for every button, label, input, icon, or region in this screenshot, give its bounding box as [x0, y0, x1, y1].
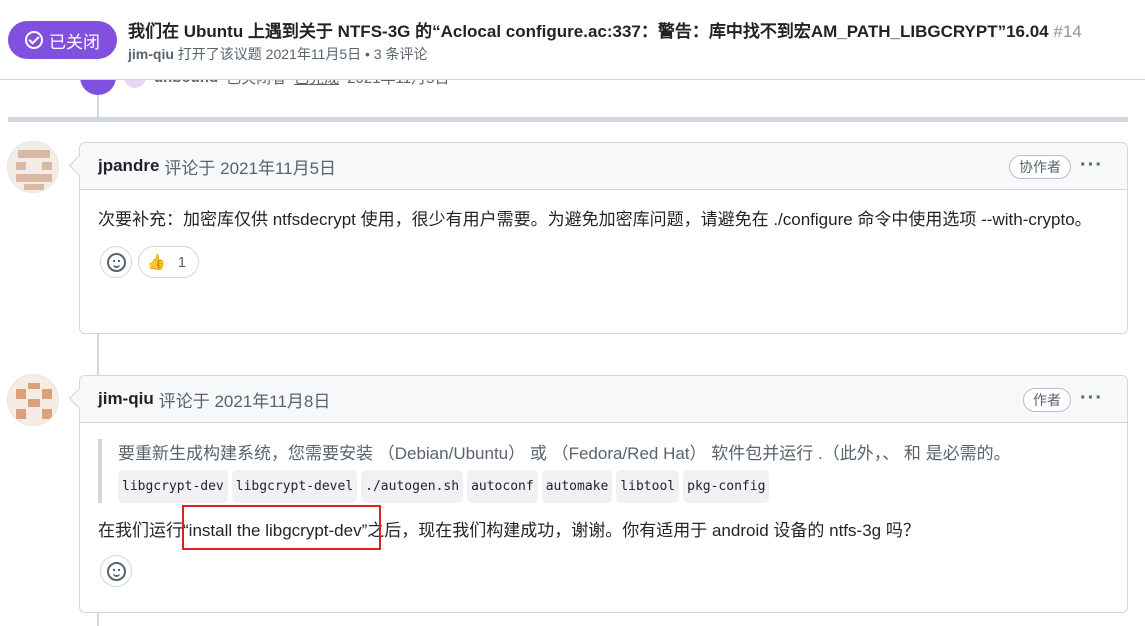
jpandre-avatar-icon [8, 142, 58, 192]
comment-header: jpandre 评论于 2021年11月5日 协作者 ··· [80, 143, 1127, 190]
status-badge: 已关闭 [8, 21, 117, 59]
inline-code: libgcrypt-dev [118, 470, 228, 503]
issue-number: #14 [1053, 22, 1082, 41]
timeline-line [97, 334, 99, 376]
quote-text: 要重新生成构建系统，您需要安装 （Debian/Ubuntu） 或 （Fedor… [118, 444, 1011, 463]
inline-code: autoconf [467, 470, 538, 503]
thumbs-up-reaction[interactable]: 👍 1 [138, 246, 200, 278]
page-title[interactable]: 我们在 Ubuntu 上遇到关于 NTFS-3G 的“Aclocal confi… [128, 17, 1082, 42]
thumbs-up-icon: 👍 [147, 254, 166, 271]
avatar[interactable] [7, 374, 59, 426]
sticky-issue-header: 已关闭 我们在 Ubuntu 上遇到关于 NTFS-3G 的“Aclocal c… [0, 0, 1145, 80]
role-badge: 作者 [1023, 388, 1071, 412]
timeline-line [97, 613, 99, 626]
kebab-menu-icon[interactable]: ··· [1080, 388, 1103, 408]
comment-header: jim-qiu 评论于 2021年11月8日 作者 ··· [80, 376, 1127, 423]
smiley-icon [106, 252, 126, 272]
inline-code: ./autogen.sh [361, 470, 464, 503]
code-list: libgcrypt-dev libgcrypt-devel ./autogen.… [118, 470, 1109, 503]
issue-title-text: 我们在 Ubuntu 上遇到关于 NTFS-3G 的“Aclocal confi… [128, 22, 1049, 41]
timeline-divider [8, 117, 1128, 122]
comment-timestamp[interactable]: 评论于 2021年11月8日 [159, 387, 331, 412]
comment-card: jpandre 评论于 2021年11月5日 协作者 ··· 次要补充：加密库仅… [79, 142, 1128, 334]
comment-author[interactable]: jim-qiu [98, 389, 154, 409]
reply-highlight: “install the libgcrypt-dev” [183, 521, 368, 540]
reply-text: 在我们运行“install the libgcrypt-dev”之后，现在我们构… [98, 517, 1109, 545]
role-badge: 协作者 [1009, 155, 1071, 179]
reply-suffix: 之后，现在我们构建成功，谢谢。你有适用于 android 设备的 ntfs-3g… [367, 521, 920, 540]
status-label: 已关闭 [49, 32, 100, 52]
add-reaction-button[interactable] [100, 555, 132, 587]
smiley-icon [106, 561, 126, 581]
comment-body: 次要补充：加密库仅供 ntfsdecrypt 使用，很少有用户需要。为避免加密库… [98, 210, 1092, 229]
check-circle-icon [25, 31, 43, 49]
jim-qiu-avatar-icon [8, 375, 58, 425]
reaction-count: 1 [177, 253, 187, 271]
issue-meta: jim-qiu 打开了该议题 2021年11月5日 • 3 条评论 [128, 44, 428, 64]
inline-code: pkg-config [683, 470, 770, 503]
inline-code: libtool [616, 470, 680, 503]
comment-body: 要重新生成构建系统，您需要安装 （Debian/Ubuntu） 或 （Fedor… [80, 423, 1127, 545]
quoted-text: 要重新生成构建系统，您需要安装 （Debian/Ubuntu） 或 （Fedor… [98, 439, 1109, 503]
comment-timestamp[interactable]: 评论于 2021年11月5日 [164, 154, 336, 179]
comment-author[interactable]: jpandre [98, 156, 159, 176]
reactions-bar: 👍 1 [80, 234, 1127, 292]
reactions-bar [80, 545, 1127, 601]
issue-author-link[interactable]: jim-qiu [128, 46, 174, 62]
add-reaction-button[interactable] [100, 246, 132, 278]
inline-code: libgcrypt-devel [231, 470, 358, 503]
avatar[interactable] [7, 141, 59, 193]
comment-card: jim-qiu 评论于 2021年11月8日 作者 ··· 要重新生成构建系统，… [79, 375, 1128, 613]
issue-meta-text: 打开了该议题 2021年11月5日 • 3 条评论 [177, 46, 428, 62]
inline-code: automake [541, 470, 613, 503]
reply-prefix: 在我们运行 [98, 521, 183, 540]
kebab-menu-icon[interactable]: ··· [1080, 155, 1103, 175]
